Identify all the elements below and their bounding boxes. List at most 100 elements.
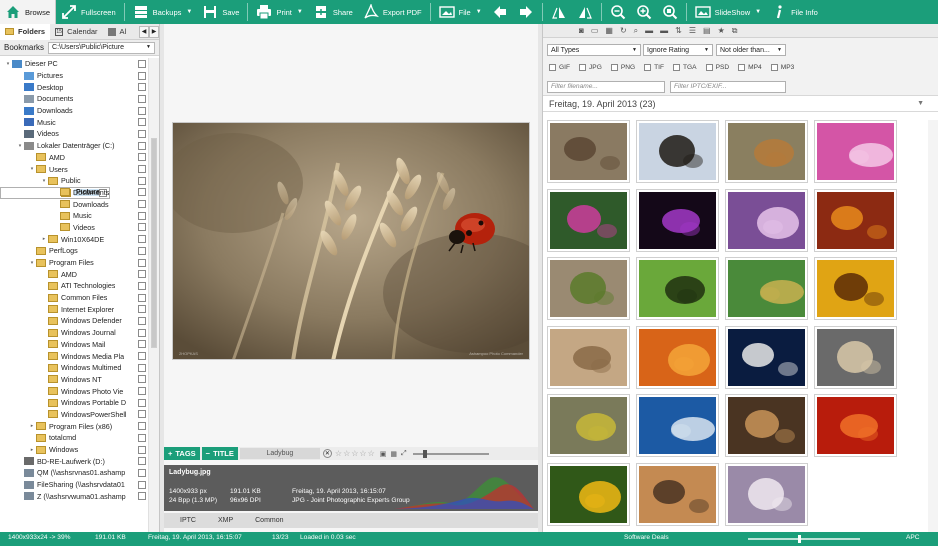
thumbnail-sparrow[interactable] [725,120,808,183]
copy-icon[interactable]: ⧉ [732,26,738,36]
filename-filter-input[interactable]: Filter filename... [547,81,665,93]
tree-item-checkbox[interactable] [138,118,146,127]
tree-item-checkbox[interactable] [138,270,146,279]
tree-item-checkbox[interactable] [138,410,146,419]
status-zoom-slider[interactable] [748,535,860,543]
star-icon[interactable]: ☆ [343,449,350,458]
thumbnail-dragonfly[interactable] [725,257,808,320]
new-folder-icon[interactable]: ▬ [660,26,668,35]
expand-icon[interactable]: ▾ [28,260,36,266]
print-button[interactable]: Print ▼ [251,0,307,24]
tree-item[interactable]: FileSharing (\\ashsrvdata01 [0,479,148,491]
format-checkbox[interactable]: TGA [673,64,697,71]
thumbnail-grass[interactable] [547,325,630,389]
checkbox-box[interactable] [705,64,713,71]
tree-item[interactable]: WindowsPowerShell [0,409,148,421]
tree-item[interactable]: Windows Photo Vie [0,385,148,397]
thumbnail-yellow-flower[interactable] [814,257,897,320]
thumbnail-lily[interactable] [636,325,719,389]
title-button[interactable]: − TITLE [201,447,238,460]
refresh-icon[interactable]: ↻ [620,26,627,35]
checkbox-box[interactable] [610,64,618,71]
tree-item-checkbox[interactable] [138,246,146,255]
thumbnail-grasshopper[interactable] [547,257,630,320]
tree-item-checkbox[interactable] [138,398,146,407]
thumbnail-lilac-flowers[interactable] [725,188,808,252]
tree-item[interactable]: Downloads [0,198,148,210]
type-filter-select[interactable]: All Types ▼ [547,44,641,56]
tree-item[interactable]: Windows Multimed [0,362,148,374]
star-icon[interactable]: ☆ [351,449,358,458]
tree-item[interactable]: ▸ Win10X64DE [0,233,148,245]
tree-item-checkbox[interactable] [138,422,146,431]
tree-item-checkbox[interactable] [138,468,146,477]
tree-item[interactable]: Videos [0,222,148,234]
tab-albums[interactable]: Al [103,24,132,40]
tree-item-checkbox[interactable] [138,71,146,80]
tree-item[interactable]: Common Files [0,292,148,304]
thumbnail-smoke[interactable] [636,188,719,252]
tree-item[interactable]: Documents [0,93,148,105]
bookmarks-label[interactable]: Bookmarks [4,43,44,52]
checkbox-box[interactable] [549,64,556,71]
tree-item-checkbox[interactable] [138,387,146,396]
format-checkbox[interactable]: TIF [644,64,664,71]
checkbox-box[interactable] [644,64,652,71]
tree-item-checkbox[interactable] [138,375,146,384]
expand-icon[interactable]: ▾ [4,61,12,67]
search-icon[interactable]: ⌕ [634,26,638,36]
tree-item-checkbox[interactable] [138,129,146,138]
tree-item-checkbox[interactable] [138,235,146,244]
checkbox-box[interactable] [770,64,778,71]
fullscreen-button[interactable]: Fullscreen [56,0,121,24]
thumbnail-moon[interactable] [725,325,808,389]
backups-button[interactable]: Backups ▼ [128,0,198,24]
path-combo[interactable]: C:\Users\Public\Picture ▼ [48,41,155,54]
tree-item[interactable]: Windows Defender [0,315,148,327]
file-info-button[interactable]: File Info [766,0,823,24]
format-checkbox[interactable]: PSD [705,64,729,71]
expand-icon[interactable]: ▸ [28,423,36,429]
tree-item-checkbox[interactable] [138,153,146,162]
image-icon[interactable]: ▣ [380,450,387,458]
iptc-filter-input[interactable]: Filter IPTC/EXIF... [670,81,786,93]
file-menu-button[interactable]: File ▼ [434,0,487,24]
slideshow-button[interactable]: SlideShow ▼ [690,0,766,24]
tree-item[interactable]: AMD [0,268,148,280]
star-icon[interactable]: ☆ [368,449,375,458]
tree-item[interactable]: Windows Portable D [0,397,148,409]
sort-icon[interactable]: ⇅ [675,26,682,35]
tab-calendar[interactable]: 15 Calendar [50,24,102,40]
tab-iptc[interactable]: IPTC [180,517,196,524]
tree-item-checkbox[interactable] [138,141,146,150]
save-button[interactable]: Save [197,0,244,24]
zoom-fit-button[interactable] [657,0,683,24]
tree-item[interactable]: Desktop [0,81,148,93]
tree-item[interactable]: ▾ Lokaler Datenträger (C:) [0,140,148,152]
thumbnail-sunflower[interactable] [547,462,630,526]
tree-item[interactable]: ▾ Public [0,175,148,187]
tree-item-checkbox[interactable] [138,165,146,174]
browse-button[interactable]: Browse [0,0,57,24]
zoom-out-button[interactable] [605,0,631,24]
group-header[interactable]: Freitag, 19. April 2013 (23) ▼ [543,96,938,112]
export-pdf-button[interactable]: Export PDF [358,0,427,24]
scrollbar-thumb[interactable] [151,138,157,348]
tags-button[interactable]: + TAGS [164,447,200,460]
tree-item[interactable]: Documents [0,187,148,199]
tree-item[interactable]: ▾ Program Files [0,257,148,269]
tree-item-checkbox[interactable] [138,328,146,337]
tree-item[interactable]: ATI Technologies [0,280,148,292]
expand-icon[interactable]: ▾ [40,178,48,184]
expand-icon[interactable]: ⤢ [401,450,407,458]
thumbnail-bird[interactable] [547,394,630,457]
thumbnail-pink-flowers[interactable] [814,120,897,183]
tree-item[interactable]: Videos [0,128,148,140]
tree-item-checkbox[interactable] [138,433,146,442]
tree-item-checkbox[interactable] [138,83,146,92]
format-checkbox[interactable]: MP4 [738,64,762,71]
next-image-button[interactable] [513,0,539,24]
star-icon[interactable]: ☆ [335,449,342,458]
list-icon[interactable]: ☰ [689,26,696,35]
prev-image-button[interactable] [487,0,513,24]
